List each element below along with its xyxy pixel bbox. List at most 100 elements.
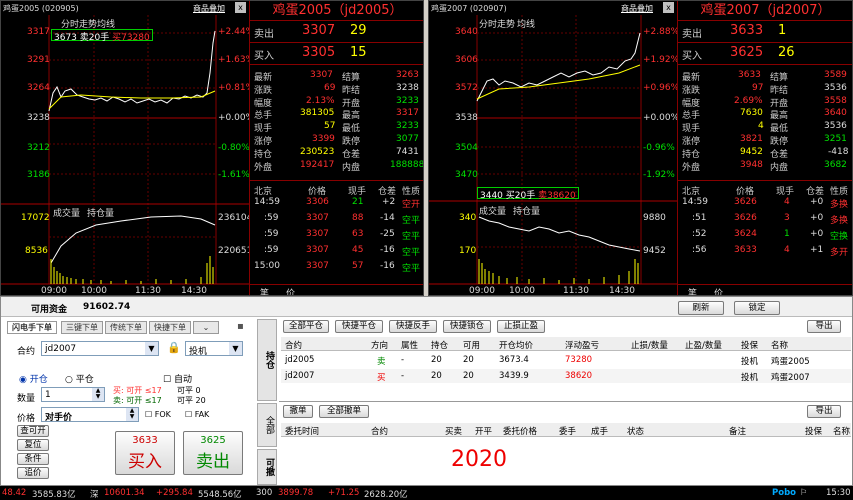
buy-button[interactable]: 3633 买入	[115, 431, 175, 475]
stepper-arrows-icon[interactable]: ▲ ▼	[126, 408, 138, 421]
tab-price[interactable]: 价	[286, 286, 295, 295]
auto-checkbox[interactable]: ☐ 自动	[163, 372, 192, 385]
price-tick: 3291	[27, 55, 50, 65]
tab-quick-order[interactable]: 快捷下单	[149, 321, 191, 334]
stat-row: 现手 57 最低 3233	[254, 121, 419, 135]
time-tick: 09:00	[469, 286, 495, 296]
tabs-more-icon[interactable]: ⌄	[193, 321, 219, 334]
quote-panel-jd2005: 鸡蛋2005 (020905) 商品叠加 x 分时走势 均线 3673 卖20手…	[0, 0, 424, 296]
overlay-commodity-link[interactable]: 商品叠加	[193, 3, 225, 14]
volume-label: 成交量	[479, 207, 507, 217]
intraday-chart-jd2005[interactable]: 鸡蛋2005 (020905) 商品叠加 x 分时走势 均线 3673 卖20手…	[1, 1, 254, 295]
chevron-down-icon[interactable]: ▼	[145, 342, 158, 355]
tick-row: 14:59 3626 4 +0 多换	[682, 196, 849, 210]
stat-row: 持仓 9452 仓差 -418	[682, 146, 849, 160]
contract-name: 鸡蛋2005	[3, 4, 40, 13]
bell-icon[interactable]: ⚐	[800, 488, 808, 498]
quick-close-button[interactable]: 快捷平仓	[335, 320, 383, 333]
cancel-all-button[interactable]: 全部撤单	[319, 405, 369, 418]
quantity-stepper[interactable]: 1 ▲ ▼	[41, 387, 105, 402]
table-row[interactable]: jd2005 卖 -20 20 3673.4 73280 投机 鸡蛋2005	[281, 353, 851, 367]
bid-row[interactable]: 买入 3305 15	[250, 43, 423, 65]
open-radio[interactable]: ◉ 开仓	[19, 372, 48, 385]
tab-three-key-order[interactable]: 三键下单	[61, 321, 103, 334]
sell-button[interactable]: 3625 卖出	[183, 431, 243, 475]
stepper-arrows-icon[interactable]: ▲ ▼	[92, 388, 104, 401]
stat-row: 幅度 2.69% 开盘 3558	[682, 95, 847, 109]
bid-row[interactable]: 买入 3625 26	[678, 43, 852, 65]
stop-loss-profit-button[interactable]: 止损止盈	[497, 320, 545, 333]
pct-tick: -1.92%	[643, 170, 675, 180]
pct-tick: -0.96%	[643, 143, 675, 153]
refresh-button[interactable]: 刷新	[678, 301, 724, 315]
table-row[interactable]: jd2007 买 -20 20 3439.9 38620 投机 鸡蛋2007	[281, 369, 851, 383]
intraday-chart-jd2007[interactable]: 鸡蛋2007 (020907) 商品叠加 x 分时走势 均线 3440 买20手…	[429, 1, 680, 296]
tab-lightning-order[interactable]: 闪电手下单	[7, 321, 57, 334]
oi-tick: 9452	[643, 246, 666, 256]
chase-price-button[interactable]: 追价	[17, 467, 49, 479]
funds-bar: 可用资金 91602.74 刷新 锁定	[1, 297, 852, 317]
status-value: 2628.20亿	[364, 490, 408, 500]
tick-table: 北京 价格 现手 仓差 性质 14:59 3306 21 +2 空开 :59 3307 88 -14 空…	[250, 181, 423, 276]
cancel-order-button[interactable]: 撤单	[283, 405, 313, 418]
oi-tick: 9880	[643, 213, 666, 223]
condition-button[interactable]: 条件	[17, 453, 49, 465]
close-radio[interactable]: ○ 平仓	[65, 372, 94, 385]
overlay-commodity-link[interactable]: 商品叠加	[621, 3, 653, 14]
funds-label: 可用资金	[31, 305, 68, 315]
pct-tick: -1.61%	[218, 170, 250, 180]
stat-row: 最新 3633 结算 3589	[682, 70, 847, 83]
close-all-button[interactable]: 全部平仓	[283, 320, 329, 333]
price-select[interactable]: 对手价 ▲ ▼	[41, 407, 139, 423]
tab-ticks[interactable]: 笔	[688, 286, 697, 295]
tab-price[interactable]: 价	[714, 286, 723, 295]
volume-tick: 8536	[25, 246, 48, 256]
contract-title: 鸡蛋2005（jd2005）	[250, 1, 423, 21]
tab-ticks[interactable]: 笔	[260, 286, 269, 295]
chart-header-jd2007: 鸡蛋2007 (020907) 商品叠加 x	[429, 1, 677, 15]
oi-label: 持仓量	[87, 209, 115, 219]
pin-icon[interactable]: ▪	[237, 321, 244, 332]
stats-block: 最新 3633 结算 3589 涨跌 97 昨结 3536 幅度 2.69% 开盘 3558 总手…	[678, 65, 852, 181]
close-icon[interactable]: x	[663, 2, 674, 13]
export-positions-button[interactable]: 导出	[807, 320, 841, 333]
close-icon[interactable]: x	[235, 2, 246, 13]
stat-row: 涨跌 69 昨结 3238	[254, 82, 419, 96]
lock-button[interactable]: 锁定	[734, 301, 780, 315]
price-tick: 3186	[27, 170, 50, 180]
ask-row[interactable]: 卖出 3633 1	[678, 21, 852, 43]
quick-lock-button[interactable]: 快捷锁仓	[443, 320, 491, 333]
lock-icon[interactable]: 🔒	[167, 341, 181, 354]
volume-bars-jd2007	[478, 259, 639, 284]
fok-checkbox[interactable]: ☐ FOK	[145, 410, 171, 419]
export-orders-button[interactable]: 导出	[807, 405, 841, 418]
pct-tick: +0.00%	[643, 113, 680, 123]
volume-tick: 17072	[21, 213, 50, 223]
query-openable-button[interactable]: 查可开	[17, 425, 49, 437]
last-trade-overlay: 3440 买20手 卖38620	[477, 187, 579, 201]
status-value: 48.42	[2, 488, 27, 498]
tick-row: 14:59 3306 21 +2 空开	[254, 196, 421, 210]
quick-reverse-button[interactable]: 快捷反手	[389, 320, 437, 333]
stat-row: 总手 7630 最高 3640	[682, 108, 847, 122]
status-value: 300	[256, 488, 273, 498]
status-value: 3899.78	[278, 488, 314, 498]
stats-block: 最新 3307 结算 3263 涨跌 69 昨结 3238 幅度 2.13% 开盘 3233 总手…	[250, 65, 424, 181]
tab-positions[interactable]: 持仓	[257, 319, 277, 401]
contract-select[interactable]: jd2007 ▼	[41, 341, 159, 356]
volume-label: 成交量	[53, 209, 81, 219]
chevron-down-icon[interactable]: ▼	[229, 342, 242, 355]
tab-cancellable[interactable]: 可撤	[257, 449, 277, 485]
oi-tick: 236104	[218, 213, 253, 223]
ask-row[interactable]: 卖出 3307 29	[250, 21, 423, 43]
price-tick: 3504	[455, 143, 478, 153]
hedge-select[interactable]: 投机 ▼	[185, 341, 243, 357]
price-tick: 3212	[27, 143, 50, 153]
tab-classic-order[interactable]: 传统下单	[105, 321, 147, 334]
reset-button[interactable]: 复位	[17, 439, 49, 451]
price-label: 价格	[17, 414, 36, 424]
stat-row: 外盘 192417 内盘 188888	[254, 159, 424, 173]
fak-checkbox[interactable]: ☐ FAK	[185, 410, 209, 419]
volume-tick: 340	[459, 213, 477, 223]
tab-all[interactable]: 全部	[257, 403, 277, 447]
